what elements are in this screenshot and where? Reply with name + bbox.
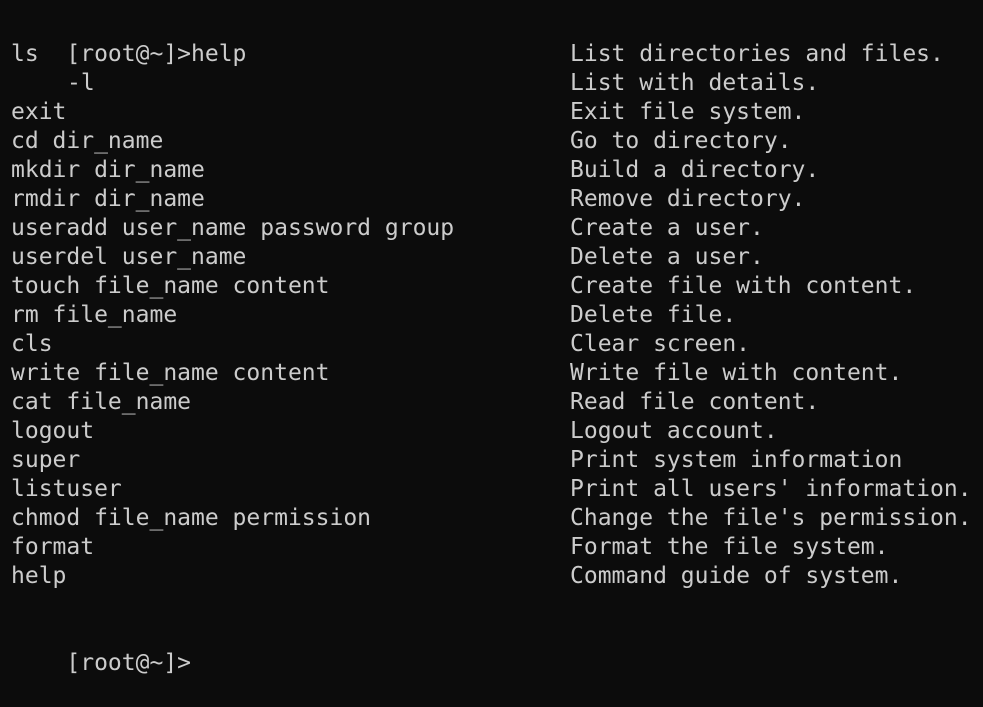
help-row: useradd user_name password group Create a… bbox=[11, 214, 983, 243]
prompt-line-current[interactable]: [root@~]> bbox=[11, 620, 983, 676]
help-row: super Print system information bbox=[11, 446, 983, 475]
help-description: Print all users' information. bbox=[570, 476, 972, 502]
help-row: touch file_name content Create file with … bbox=[11, 272, 983, 301]
help-description: Print system information bbox=[570, 447, 903, 473]
help-command: cd dir_name bbox=[11, 128, 164, 154]
help-row: cd dir_name Go to directory. bbox=[11, 127, 983, 156]
help-description: Logout account. bbox=[570, 418, 778, 444]
help-command: mkdir dir_name bbox=[11, 157, 205, 183]
help-row: cat file_name Read file content. bbox=[11, 388, 983, 417]
help-row: cls Clear screen. bbox=[11, 330, 983, 359]
help-command: ls bbox=[11, 41, 39, 67]
help-row: ls List directories and files. bbox=[11, 40, 983, 69]
help-description: Write file with content. bbox=[570, 360, 903, 386]
help-output: ls List directories and files. -l List with… bbox=[11, 40, 983, 591]
help-command: help bbox=[11, 563, 67, 589]
help-command: rmdir dir_name bbox=[11, 186, 205, 212]
help-command: super bbox=[11, 447, 81, 473]
help-command: useradd user_name password group bbox=[11, 215, 455, 241]
help-description: List with details. bbox=[570, 70, 820, 96]
help-description: Create file with content. bbox=[570, 273, 917, 299]
help-row: listuser Print all users' information. bbox=[11, 475, 983, 504]
help-row: logout Logout account. bbox=[11, 417, 983, 446]
help-command: -l bbox=[67, 70, 95, 96]
help-row: mkdir dir_name Build a directory. bbox=[11, 156, 983, 185]
help-description: Create a user. bbox=[570, 215, 764, 241]
help-command: cls bbox=[11, 331, 53, 357]
help-description: Clear screen. bbox=[570, 331, 751, 357]
help-command: userdel user_name bbox=[11, 244, 247, 270]
help-description: Remove directory. bbox=[570, 186, 806, 212]
help-row: userdel user_name Delete a user. bbox=[11, 243, 983, 272]
help-description: Command guide of system. bbox=[570, 563, 903, 589]
help-row: format Format the file system. bbox=[11, 533, 983, 562]
help-row: help Command guide of system. bbox=[11, 562, 983, 591]
help-command: logout bbox=[11, 418, 95, 444]
help-command: write file_name content bbox=[11, 360, 330, 386]
help-row: rmdir dir_name Remove directory. bbox=[11, 185, 983, 214]
help-command: exit bbox=[11, 99, 67, 125]
prompt-line-help: [root@~]>help bbox=[11, 11, 983, 67]
help-description: Read file content. bbox=[570, 389, 820, 415]
help-row: write file_name content Write file with c… bbox=[11, 359, 983, 388]
help-description: Go to directory. bbox=[570, 128, 792, 154]
help-command: cat file_name bbox=[11, 389, 192, 415]
help-description: Change the file's permission. bbox=[570, 505, 972, 531]
terminal-window[interactable]: [root@~]>help ls List directories and fil… bbox=[0, 0, 983, 676]
help-description: Delete file. bbox=[570, 302, 737, 328]
prompt-text: [root@~]> bbox=[66, 650, 192, 676]
help-description: Format the file system. bbox=[570, 534, 889, 560]
help-command: format bbox=[11, 534, 95, 560]
help-command: chmod file_name permission bbox=[11, 505, 372, 531]
help-description: List directories and files. bbox=[570, 41, 944, 67]
help-row: rm file_name Delete file. bbox=[11, 301, 983, 330]
help-description: Exit file system. bbox=[570, 99, 806, 125]
help-command: listuser bbox=[11, 476, 122, 502]
help-row: -l List with details. bbox=[11, 69, 983, 98]
help-command: touch file_name content bbox=[11, 273, 330, 299]
help-description: Delete a user. bbox=[570, 244, 764, 270]
help-row: exit Exit file system. bbox=[11, 98, 983, 127]
help-row: chmod file_name permission Change the fil… bbox=[11, 504, 983, 533]
help-command: rm file_name bbox=[11, 302, 178, 328]
help-description: Build a directory. bbox=[570, 157, 820, 183]
